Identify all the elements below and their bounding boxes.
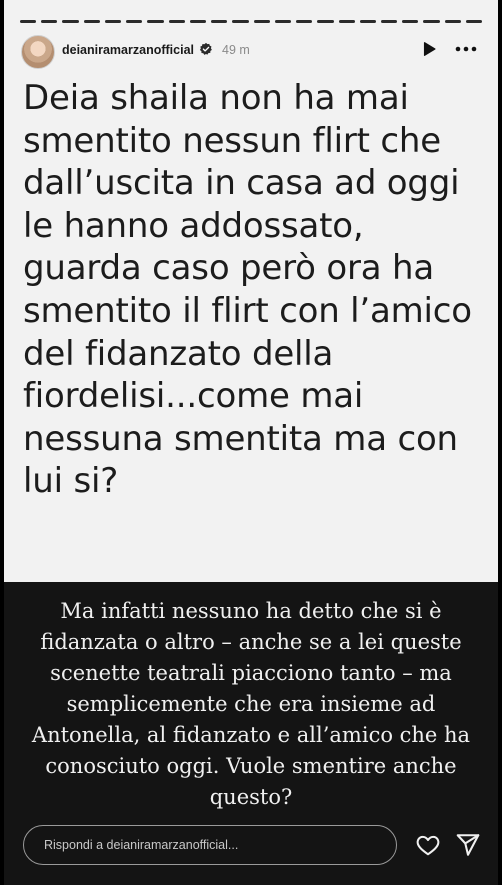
post-text-line: nessuna smentita ma con [23,418,458,459]
progress-segment [20,20,37,23]
progress-segment [41,20,58,23]
story-progress-bar [20,20,483,23]
post-text-line: lui si? [23,461,119,502]
progress-segment [465,20,483,23]
progress-segment [83,20,100,23]
caption-line: Ma infatti nessuno ha detto che si è [60,599,442,623]
post-text-line: fiordelisi...come mai [23,376,364,417]
progress-segment [338,20,355,23]
story-header: deianiramarzanofficial 49 m [4,32,498,72]
caption-line: scenette teatrali piacciono tanto – ma [50,661,452,685]
more-dots-icon[interactable] [454,40,478,58]
post-text-line: smentito nessun flirt che [23,120,441,161]
reply-input[interactable] [23,825,397,865]
progress-segment [62,20,79,23]
post-text-line: dall’uscita in casa ad oggi [23,163,460,204]
progress-segment [147,20,164,23]
avatar[interactable] [21,35,55,69]
post-time: 49 m [222,43,250,57]
caption-line: fidanzata o altro – anche se a lei quest… [40,630,462,654]
story-container: deianiramarzanofficial 49 m Deia shaila … [4,0,498,885]
post-text-line: smentito il flirt con l’amico [23,290,472,331]
progress-segment [104,20,122,23]
post-text-line: Deia shaila non ha mai [23,78,409,118]
post-text-line: del fidanzato della [23,333,334,374]
story-caption: Ma infatti nessuno ha detto che si è fid… [10,596,492,813]
caption-line: semplicemente che era insieme ad [66,692,436,716]
progress-segment [402,20,419,23]
username-link[interactable]: deianiramarzanofficial [62,43,194,57]
heart-icon[interactable] [415,832,441,858]
progress-segment [423,20,440,23]
progress-segment [317,20,334,23]
progress-segment [444,20,461,23]
progress-segment [380,20,398,23]
post-text-line: le hanno addossato, [23,205,364,246]
progress-segment [211,20,228,23]
story-post-text: Deia shaila non ha mai smentito nessun f… [23,77,493,503]
send-icon[interactable] [455,832,481,858]
verified-badge-icon [199,42,212,55]
progress-segment [232,20,249,23]
progress-segment [126,20,143,23]
progress-segment [296,20,313,23]
post-text-line: guarda caso però ora ha [23,248,434,289]
progress-segment [274,20,292,23]
caption-line: questo? [209,785,293,809]
progress-segment [168,20,185,23]
progress-segment [189,20,207,23]
progress-segment [253,20,270,23]
play-icon[interactable] [420,40,438,58]
caption-line: Antonella, al fidanzato e all’amico che … [31,723,471,747]
progress-segment [359,20,376,23]
caption-line: conosciuto oggi. Vuole smentire anche [45,754,457,778]
